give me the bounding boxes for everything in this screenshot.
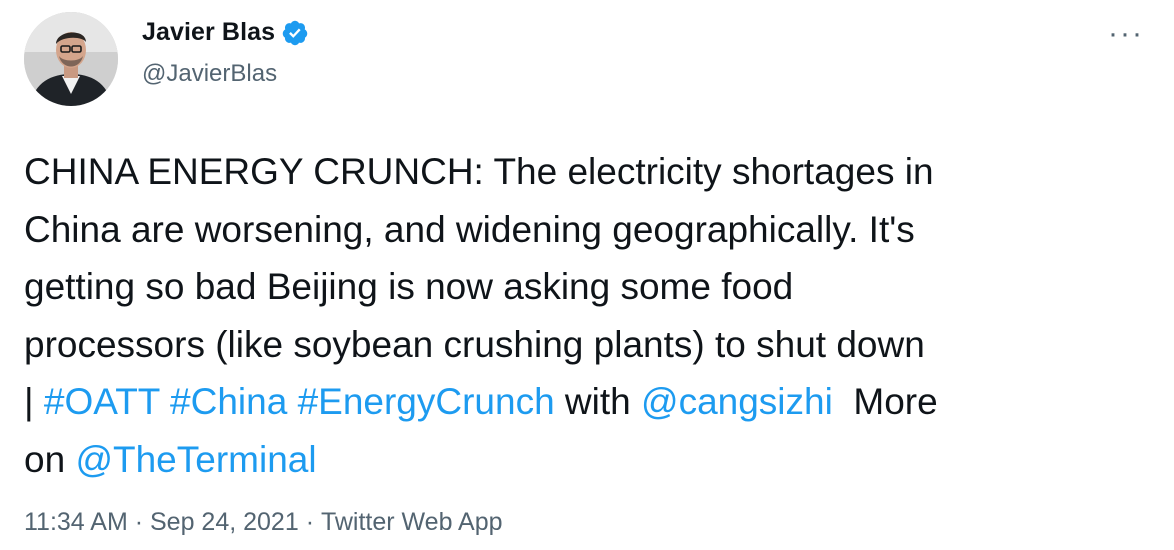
hashtag-energycrunch[interactable]: #EnergyCrunch xyxy=(298,381,555,422)
tweet-date[interactable]: Sep 24, 2021 xyxy=(150,508,299,537)
mention-cangsizhi[interactable]: @cangsizhi xyxy=(641,381,833,422)
hashtag-oatt[interactable]: #OATT xyxy=(44,381,160,422)
avatar[interactable] xyxy=(24,12,118,106)
tweet-line-4: processors (like soybean crushing plants… xyxy=(24,323,925,365)
tweet-source[interactable]: Twitter Web App xyxy=(321,508,503,537)
tweet-line-3: getting so bad Beijing is now asking som… xyxy=(24,266,794,307)
avatar-photo xyxy=(24,12,118,106)
line-prefix: | xyxy=(24,381,44,422)
tweet-line-2: China are worsening, and widening geogra… xyxy=(24,208,915,250)
hashtag-china[interactable]: #China xyxy=(170,381,287,422)
meta-separator-1: · xyxy=(127,508,150,536)
author-name[interactable]: Javier Blas xyxy=(142,18,275,47)
tweet-time[interactable]: 11:34 AM xyxy=(24,508,128,537)
mention-theterminal[interactable]: @TheTerminal xyxy=(75,439,316,480)
tweet-line-6: on @TheTerminal xyxy=(24,431,1164,489)
on-text: on xyxy=(24,438,76,480)
tweet-line-5: | #OATT #China #EnergyCrunch with @cangs… xyxy=(24,373,1164,431)
more-text: More xyxy=(832,381,938,422)
tweet-line-1: CHINA ENERGY CRUNCH: The electricity sho… xyxy=(24,151,934,192)
author-name-row: Javier Blas xyxy=(142,18,309,47)
tweet-card: Javier Blas @JavierBlas ··· CHINA ENERGY… xyxy=(0,0,1174,550)
author-handle[interactable]: @JavierBlas xyxy=(142,60,277,88)
tweet-text: CHINA ENERGY CRUNCH: The electricity sho… xyxy=(24,143,1164,488)
verified-badge-icon xyxy=(282,20,308,45)
tweet-metadata: 11:34 AM · Sep 24, 2021 · Twitter Web Ap… xyxy=(24,508,503,537)
more-options-icon[interactable]: ··· xyxy=(1108,19,1144,49)
meta-separator-2: · xyxy=(298,508,321,536)
with-text: with xyxy=(554,381,642,422)
